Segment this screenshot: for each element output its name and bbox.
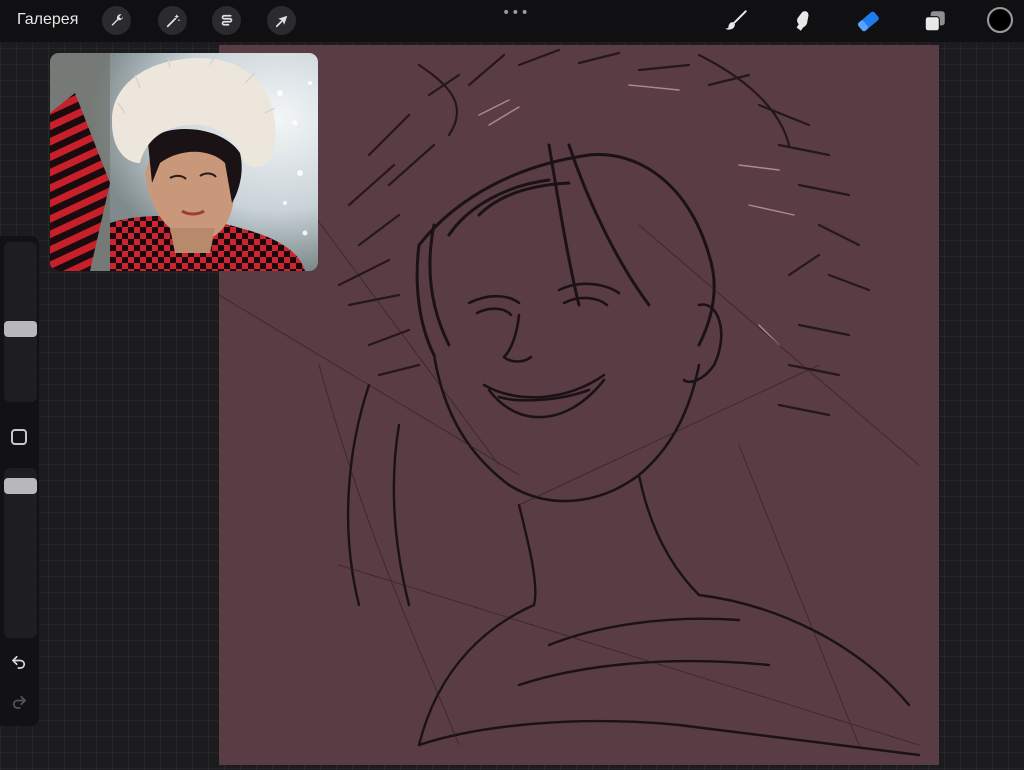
selection-icon — [221, 14, 232, 26]
reference-image-window[interactable] — [50, 53, 318, 271]
current-color-swatch — [990, 10, 1010, 30]
redo-button[interactable] — [8, 691, 30, 713]
drawing-canvas[interactable] — [218, 45, 939, 765]
reference-photo — [50, 53, 318, 271]
brush-icon — [725, 10, 747, 30]
eraser-tool-button[interactable] — [853, 6, 883, 36]
gallery-button[interactable]: Галерея — [17, 11, 78, 29]
smudge-tool-button[interactable] — [787, 6, 817, 36]
brush-size-slider-thumb[interactable] — [4, 321, 37, 337]
redo-icon — [12, 695, 26, 709]
more-options-dots[interactable]: ••• — [502, 5, 530, 21]
portrait-sketch — [218, 48, 921, 757]
undo-icon — [12, 655, 26, 669]
opacity-slider-thumb[interactable] — [4, 478, 37, 494]
layers-button[interactable] — [920, 6, 950, 36]
wrench-icon — [111, 13, 123, 26]
paint-tool-button[interactable] — [721, 6, 751, 36]
transform-arrow-icon — [275, 15, 287, 27]
color-well[interactable] — [987, 7, 1013, 33]
transform-button[interactable] — [267, 6, 296, 35]
top-toolbar: Галерея ••• — [0, 0, 1024, 42]
undo-button[interactable] — [8, 651, 30, 673]
adjustments-button[interactable] — [158, 6, 187, 35]
magic-wand-icon — [166, 13, 180, 27]
left-sidebar — [0, 236, 39, 726]
smudge-icon — [796, 11, 809, 31]
modify-button[interactable] — [11, 429, 27, 445]
eraser-icon — [857, 11, 879, 32]
layers-icon — [924, 11, 945, 32]
selection-button[interactable] — [212, 6, 241, 35]
actions-button[interactable] — [102, 6, 131, 35]
